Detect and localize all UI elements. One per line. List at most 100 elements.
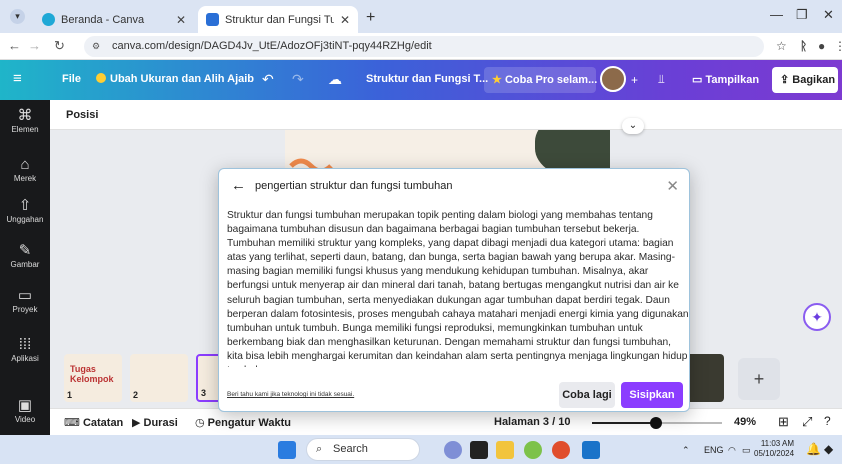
chrome-icon[interactable] [552,441,570,459]
page-options-icon[interactable]: ⌄ [622,118,644,134]
store-icon[interactable] [582,441,600,459]
tab-design[interactable]: Struktur dan Fungsi Tumbuhan ✕ [198,6,358,33]
new-tab-button[interactable]: + [366,9,375,27]
position-button[interactable]: Posisi [66,109,98,121]
file-explorer-icon[interactable] [496,441,514,459]
dialog-header: ← pengertian struktur dan fungsi tumbuha… [219,169,691,203]
tab-home[interactable]: Beranda - Canva ✕ [34,6,194,33]
back-arrow-icon[interactable]: ← [231,177,246,194]
side-rail: ⌘ Elemen ⌂ Merek ⇧ Unggahan ✎ Gambar ▭ Proyek… [0,100,50,435]
video-icon: ▣ [17,397,33,414]
document-title[interactable]: Struktur dan Fungsi T... [366,73,488,85]
duration-button[interactable]: ▶ Durasi [132,416,178,429]
generated-text: Struktur dan fungsi tumbuhan merupakan t… [227,210,689,367]
maximize-icon[interactable]: ❐ [796,7,808,23]
close-window-icon[interactable]: ✕ [823,7,834,23]
magic-write-dialog: ← pengertian struktur dan fungsi tumbuha… [218,168,690,412]
app-icon[interactable] [444,441,462,459]
start-icon[interactable] [278,441,296,459]
back-icon[interactable]: ← [8,38,21,53]
menu-icon[interactable]: ≡ [13,70,22,87]
page-number: 1 [67,390,73,400]
url-text: canva.com/design/DAGD4Jv_UtE/AdozOFj3tiN… [112,40,432,52]
draw-icon: ✎ [18,242,32,259]
fullscreen-icon[interactable]: ⤢ [802,414,812,430]
copilot-icon[interactable]: ◆ [824,442,833,456]
cloud-saved-icon[interactable]: ☁ [328,71,342,88]
rail-item-video[interactable]: ▣ Video [0,396,50,424]
language-indicator[interactable]: ENG [704,445,724,455]
page-indicator[interactable]: Halaman 3 / 10 [494,416,570,428]
canva-favicon-icon [206,13,219,26]
zoom-slider[interactable] [592,417,722,429]
thumb-title: Tugas Kelompok [70,364,114,384]
url-field[interactable]: ⚙ canva.com/design/DAGD4Jv_UtE/AdozOFj3t… [84,36,764,57]
redo-icon[interactable]: ↷ [292,71,304,88]
browser-tab-bar: ▾ Beranda - Canva ✕ Struktur dan Fungsi … [0,0,842,33]
rail-item-brand[interactable]: ⌂ Merek [0,156,50,183]
zoom-level[interactable]: 49% [734,416,756,428]
bookmark-star-icon[interactable]: ☆ [776,39,787,53]
avatar[interactable] [600,66,626,92]
add-page-button[interactable]: + [738,358,780,400]
wifi-icon[interactable]: ◠ [728,445,736,456]
tab-search-icon[interactable]: ▾ [10,9,25,24]
tray-overflow-icon[interactable]: ⌃ [682,445,690,456]
page-thumbnail[interactable]: 2 [130,354,188,402]
brand-icon: ⌂ [20,156,30,173]
notification-bell-icon[interactable]: 🔔 [806,442,821,456]
file-menu[interactable]: File [62,73,81,85]
profile-icon[interactable]: ● [818,39,825,53]
rail-item-apps[interactable]: ⁞⁞⁞ Aplikasi [0,336,50,363]
rail-item-elements[interactable]: ⌘ Elemen [0,106,50,134]
grid-view-icon[interactable]: ⊞ [778,414,789,430]
share-button[interactable]: ⇪ Bagikan [772,67,838,93]
page-number: 2 [133,390,139,400]
extensions-icon[interactable]: ᚱ [800,39,807,53]
canva-toolbar: ≡ File Ubah Ukuran dan Alih Ajaib ↶ ↷ ☁ … [0,60,842,100]
rail-item-draw[interactable]: ✎ Gambar [0,241,50,269]
page-number: 3 [201,388,207,398]
analytics-icon[interactable]: ⫫ [658,72,665,87]
address-bar: ← → ↻ ⚙ canva.com/design/DAGD4Jv_UtE/Ado… [0,33,842,60]
rail-item-projects[interactable]: ▭ Proyek [0,286,50,314]
forward-icon[interactable]: → [28,38,41,53]
dialog-footer: Beri tahu kami jika teknologi ini tidak … [219,373,691,413]
minimize-icon[interactable]: — [770,7,783,22]
terminal-icon[interactable] [470,441,488,459]
close-tab-icon[interactable]: ✕ [340,13,350,27]
close-tab-icon[interactable]: ✕ [176,13,186,27]
page-thumbnail[interactable]: Tugas Kelompok 1 [64,354,122,402]
retry-button[interactable]: Coba lagi [559,382,615,408]
help-icon[interactable]: ? [824,414,831,428]
search-icon: ⌕ [316,443,323,455]
reload-icon[interactable]: ↻ [54,38,65,54]
zoom-slider-fill [592,422,656,424]
close-icon[interactable]: ✕ [666,177,679,195]
notes-button[interactable]: ⌨ Catatan [64,416,123,429]
undo-icon[interactable]: ↶ [262,71,274,88]
insert-button[interactable]: Sisipkan [621,382,683,408]
upload-icon: ⇧ [18,197,32,214]
context-toolbar: Posisi [50,100,842,130]
tab-title: Beranda - Canva [61,13,145,26]
taskbar-search[interactable]: ⌕ Search [306,438,420,461]
crown-icon [96,73,106,83]
prompt-text: pengertian struktur dan fungsi tumbuhan [255,180,453,192]
resize-button[interactable]: Ubah Ukuran dan Alih Ajaib [96,73,254,85]
try-pro-label: ★ Coba Pro selam... [492,74,598,86]
rail-item-uploads[interactable]: ⇧ Unggahan [0,196,50,224]
clock[interactable]: 11:03 AM 05/10/2024 [754,439,794,459]
site-info-icon[interactable]: ⚙ [92,40,106,53]
magic-assistant-icon[interactable]: ✦ [803,303,831,331]
apps-icon: ⁞⁞⁞ [18,336,32,353]
zoom-slider-knob[interactable] [649,417,662,429]
add-collaborator-icon[interactable]: + [631,73,638,87]
canva-favicon-icon [42,13,55,26]
feedback-link[interactable]: Beri tahu kami jika teknologi ini tidak … [227,391,354,398]
timer-button[interactable]: ◷ Pengatur Waktu [195,416,291,429]
present-button[interactable]: ▭ Tampilkan [692,73,759,86]
battery-icon[interactable]: ▭ [742,445,751,456]
more-menu-icon[interactable]: ⋮ [834,39,842,53]
app-icon[interactable] [524,441,542,459]
